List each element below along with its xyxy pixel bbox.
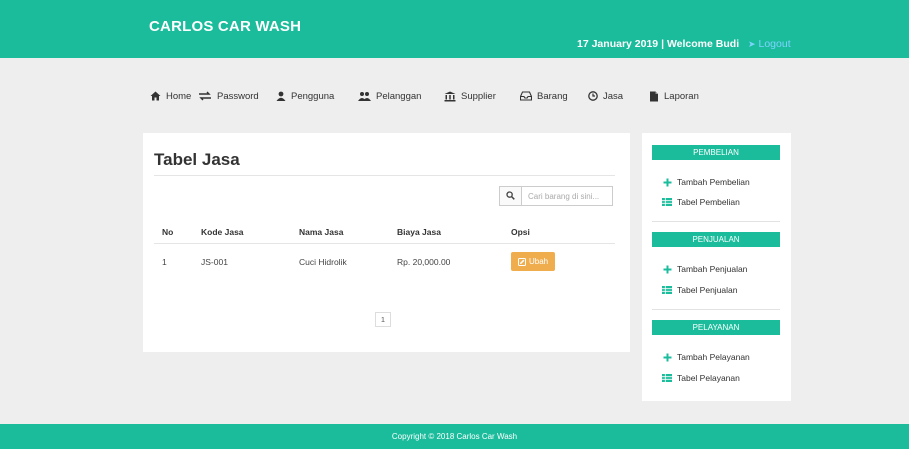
inbox-icon [520,91,532,101]
search-button[interactable] [500,187,522,205]
nav-supplier-label: Supplier [461,90,496,102]
nav-home[interactable]: Home [150,91,198,102]
jasa-table: No Kode Jasa Nama Jasa Biaya Jasa Opsi 1… [154,222,615,280]
sidebar-link-label: Tambah Pembelian [677,177,750,187]
cell-opsi: Ubah [511,243,615,280]
exchange-icon [198,91,212,101]
plus-icon [661,353,673,362]
nav-supplier[interactable]: Supplier [444,91,520,102]
top-header: CARLOS CAR WASH 17 January 2019 | Welcom… [0,0,909,58]
welcome-text: Welcome Budi [666,38,740,50]
search-input[interactable] [522,187,612,205]
sidebar-link-label: Tambah Pelayanan [677,352,750,362]
section-pelayanan-header: PELAYANAN [652,320,780,335]
users-icon [358,91,371,101]
nav-laporan-label: Laporan [664,90,699,102]
section-pembelian-header: PEMBELIAN [652,145,780,160]
search-box [499,186,613,206]
cell-no: 1 [162,256,167,267]
main-nav: Home Password Pengguna Pelanggan Supplie… [150,88,699,104]
sidebar-link-tabel-penjualan[interactable]: Tabel Penjualan [661,285,738,295]
col-biaya-jasa: Biaya Jasa [397,222,511,244]
sidebar-link-label: Tabel Pelayanan [677,373,740,383]
edit-button[interactable]: Ubah [511,252,556,272]
nav-password[interactable]: Password [198,91,276,102]
nav-jasa-label: Jasa [603,90,624,102]
separator: | [661,38,665,50]
current-date: 17 January 2019 [577,38,659,50]
table-header-row: No Kode Jasa Nama Jasa Biaya Jasa Opsi [154,222,615,244]
pagination-page[interactable]: 1 [375,312,391,327]
nav-pengguna-label: Pengguna [291,90,335,102]
bank-icon [444,91,456,102]
plus-icon [661,178,673,187]
divider [154,175,615,176]
sidebar-link-tambah-pelayanan[interactable]: Tambah Pelayanan [661,352,750,362]
jasa-panel: Tabel Jasa No Kode Jasa Nama Jasa Biaya … [143,133,630,352]
sidebar-link-label: Tabel Penjualan [677,285,738,295]
col-opsi: Opsi [511,222,615,244]
nav-pengguna[interactable]: Pengguna [276,91,358,102]
nav-pelanggan[interactable]: Pelanggan [358,91,444,102]
home-icon [150,91,161,101]
search-icon [506,187,515,205]
sidebar-link-tambah-pembelian[interactable]: Tambah Pembelian [661,177,750,187]
footer: Copyright © 2018 Carlos Car Wash [0,424,909,449]
nav-barang[interactable]: Barang [520,91,588,102]
user-icon [276,91,286,101]
sidebar-link-tabel-pembelian[interactable]: Tabel Pembelian [661,197,740,207]
table-icon [661,198,673,206]
clock-icon [588,91,598,101]
col-nama-jasa: Nama Jasa [299,222,397,244]
page-title: Tabel Jasa [154,150,240,169]
table-icon [661,286,673,294]
section-penjualan-header: PENJUALAN [652,232,780,247]
nav-home-label: Home [166,90,192,102]
sidebar-divider [652,221,780,222]
logout-link[interactable]: ➤ Logout [748,38,791,50]
sidebar-link-label: Tambah Penjualan [677,264,748,274]
file-icon [649,91,659,102]
nav-password-label: Password [217,90,259,102]
edit-icon [518,257,526,266]
table-row: 1 JS-001 Cuci Hidrolik Rp. 20,000.00 Uba… [154,243,615,280]
nav-jasa[interactable]: Jasa [588,91,649,102]
cell-kode-jasa: JS-001 [201,256,228,267]
copyright-text: Copyright © 2018 Carlos Car Wash [391,432,518,441]
logout-icon: ➤ [748,39,756,49]
nav-pelanggan-label: Pelanggan [376,90,422,102]
sidebar-divider [652,309,780,310]
cell-nama-jasa: Cuci Hidrolik [299,256,347,267]
cell-biaya-jasa: Rp. 20,000.00 [397,256,451,267]
logout-label: Logout [758,38,791,50]
plus-icon [661,265,673,274]
sidebar-link-tambah-penjualan[interactable]: Tambah Penjualan [661,264,747,274]
col-no: No [154,222,201,244]
nav-barang-label: Barang [537,90,568,102]
col-kode-jasa: Kode Jasa [201,222,299,244]
nav-laporan[interactable]: Laporan [649,91,699,102]
brand-title: CARLOS CAR WASH [149,18,302,35]
sidebar-link-tabel-pelayanan[interactable]: Tabel Pelayanan [661,373,740,383]
sidebar-link-label: Tabel Pembelian [677,197,740,207]
edit-button-label: Ubah [529,257,549,267]
table-icon [661,374,673,382]
sidebar: PEMBELIAN Tambah Pembelian Tabel Pembeli… [642,133,791,401]
user-bar: 17 January 2019 | Welcome Budi ➤ Logout [577,38,791,50]
